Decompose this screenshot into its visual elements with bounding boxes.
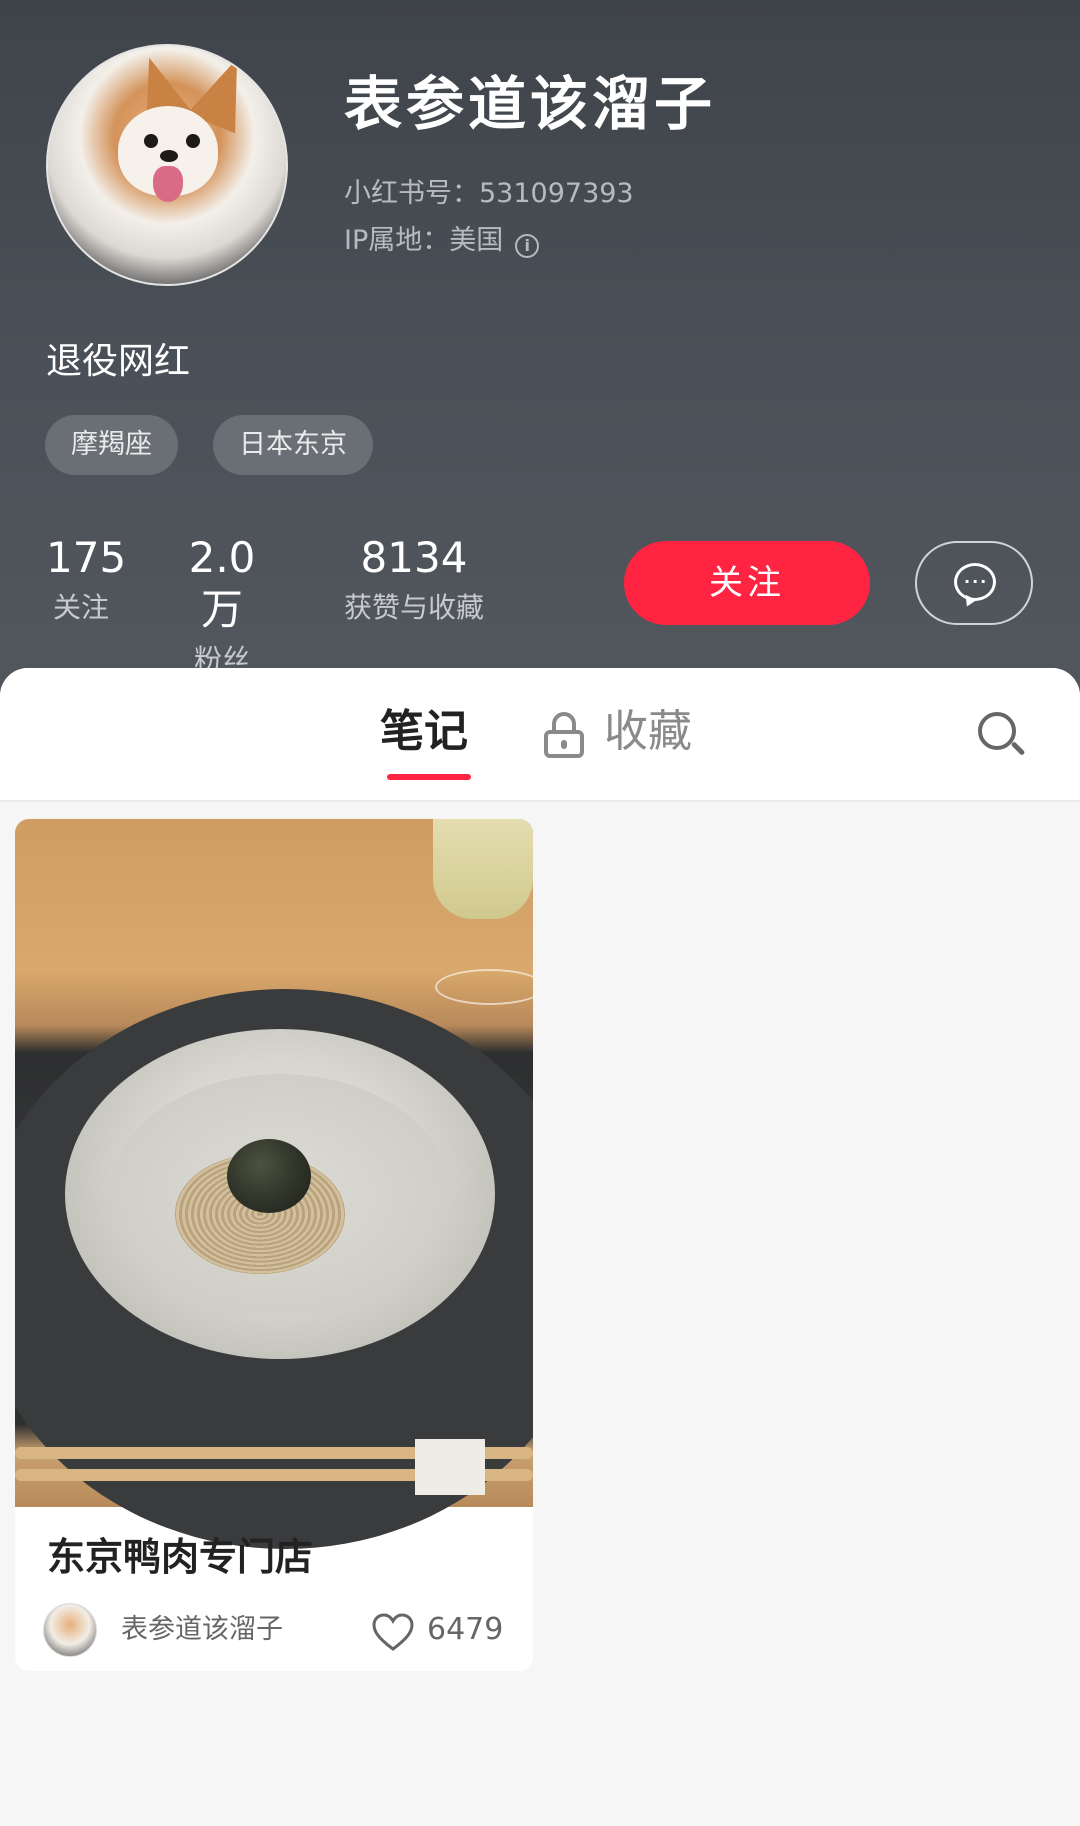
tab-notes[interactable]: 笔记 [380,704,468,760]
profile-avatar[interactable] [46,44,288,286]
profile-id[interactable]: 小红书号：531097393 [344,176,634,212]
note-author-name[interactable]: 表参道该溜子 [121,1611,283,1649]
profile-ip: IP属地：美国 i [344,223,540,259]
stat-followers-value: 2.0万 [188,533,256,634]
stat-likes-label: 获赞与收藏 [343,591,484,624]
tab-bar: 笔记 收藏 [0,668,1080,802]
message-button[interactable]: ··· [915,541,1033,625]
heart-icon[interactable] [371,1612,415,1652]
profile-header: 表参道该溜子 小红书号：531097393 IP属地：美国 i 退役网红 摩羯座 … [0,0,1080,700]
stat-following[interactable]: 175 关注 [46,532,127,628]
content-panel: 笔记 收藏 东京鸭肉专门店 表参道该溜子 6479 [0,668,1080,1826]
search-handle [1010,741,1026,756]
avatar-nose [160,150,178,162]
info-icon[interactable]: i [515,234,540,258]
lock-keyhole [561,740,567,749]
profile-tag-location: 日本东京 [213,415,373,475]
chat-dots: ··· [964,572,989,591]
note-like-count: 6479 [427,1612,504,1647]
follow-button[interactable]: 关注 [624,541,870,625]
photo-wine-glass [433,819,533,919]
tab-active-indicator [387,774,471,780]
photo-caviar [227,1139,311,1213]
profile-tag-zodiac: 摩羯座 [45,415,178,475]
stat-likes-value: 8134 [360,533,468,582]
stat-following-value: 175 [46,533,127,582]
profile-ip-text: IP属地：美国 [344,225,504,256]
search-icon[interactable] [978,712,1026,760]
profile-name: 表参道该溜子 [344,70,717,138]
avatar-tongue [153,166,183,202]
stat-following-label: 关注 [52,591,109,624]
note-author-avatar[interactable] [43,1603,97,1657]
tab-collections[interactable]: 收藏 [604,704,692,760]
stat-likes-collects[interactable]: 8134 获赞与收藏 [333,532,495,628]
note-title: 东京鸭肉专门店 [47,1535,314,1579]
photo-glass-base [435,969,533,1005]
note-card[interactable]: 东京鸭肉专门店 表参道该溜子 6479 [15,819,533,1671]
avatar-eye [144,134,158,148]
avatar-eye [186,134,200,148]
note-cover-image [15,819,533,1549]
stat-followers[interactable]: 2.0万 粉丝 [172,532,272,680]
lock-icon [544,712,584,758]
photo-chopstick-band [415,1439,485,1495]
profile-bio: 退役网红 [46,341,191,382]
